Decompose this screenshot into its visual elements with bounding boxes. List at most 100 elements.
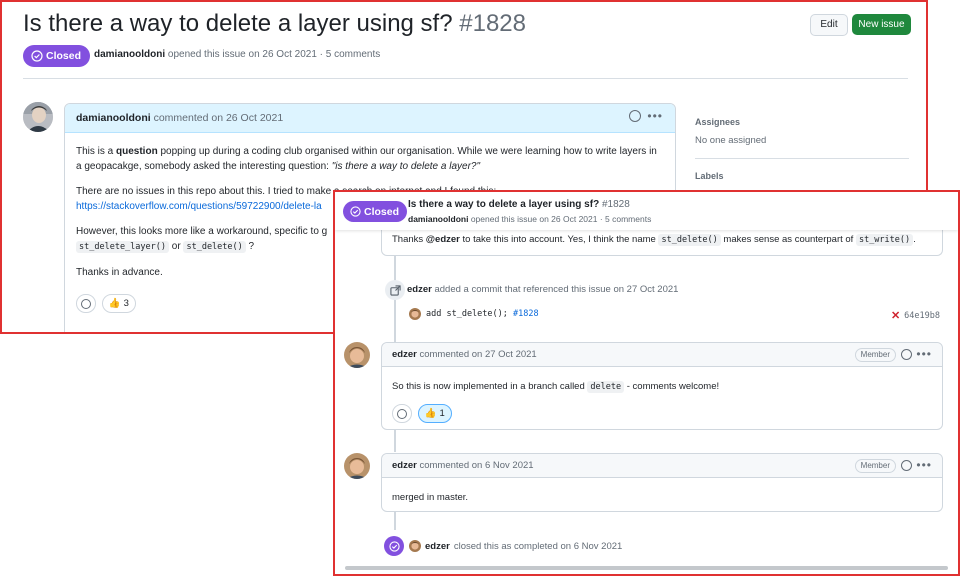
issue-title: Is there a way to delete a layer using s… xyxy=(23,10,526,38)
issue-title-text: Is there a way to delete a layer using s… xyxy=(23,10,453,37)
closed-status-badge-sticky: Closed xyxy=(343,201,408,222)
smiley-icon xyxy=(397,408,407,419)
thumbs-up-count: 1 xyxy=(439,408,445,419)
sticky-issue-meta: damianooldoni opened this issue on 26 Oc… xyxy=(408,214,651,224)
prev-text-1: Thanks xyxy=(392,234,426,245)
more-options-icon[interactable]: ••• xyxy=(647,109,663,123)
sticky-meta-text: opened this issue on 26 Oct 2021 · 5 com… xyxy=(470,214,652,224)
thumbs-up-icon: 👍 xyxy=(424,408,437,419)
commit-sha[interactable]: 64e19b8 xyxy=(904,311,940,321)
add-reaction-icon[interactable] xyxy=(901,459,913,471)
commit-row: add st_delete(); #1828 xyxy=(409,308,539,320)
p3-or: or xyxy=(171,241,181,252)
issue-meta-text: opened this issue on 26 Oct 2021 · 5 com… xyxy=(167,49,381,60)
sticky-title-text: Is there a way to delete a layer using s… xyxy=(408,199,600,210)
code-st-delete: st_delete() xyxy=(658,234,721,246)
commit-status: ✕ 64e19b8 xyxy=(891,309,940,322)
failed-x-icon[interactable]: ✕ xyxy=(891,309,900,322)
thumbs-up-icon: 👍 xyxy=(108,298,121,309)
comment-author-link[interactable]: edzer xyxy=(392,349,417,360)
smiley-icon xyxy=(81,298,91,309)
thumbs-up-reaction[interactable]: 👍 1 xyxy=(417,404,452,423)
code-st-write: st_write() xyxy=(855,234,914,246)
add-reaction-icon[interactable] xyxy=(629,110,642,122)
status-label: Closed xyxy=(364,205,400,218)
avatar[interactable] xyxy=(344,453,370,479)
comment-date[interactable]: commented on 26 Oct 2021 xyxy=(154,112,284,124)
mention-edzer[interactable]: @edzer xyxy=(426,234,460,245)
comment-author: edzer commented on 6 Nov 2021 xyxy=(392,460,534,471)
member-badge: Member xyxy=(854,459,896,473)
new-issue-button[interactable]: New issue xyxy=(852,14,911,35)
commit-issue-ref[interactable]: #1828 xyxy=(513,309,539,319)
labels-heading[interactable]: Labels xyxy=(695,171,909,181)
stackoverflow-link[interactable]: https://stackoverflow.com/questions/5972… xyxy=(76,201,322,212)
comment-header-actions: ••• xyxy=(901,458,932,472)
prev-text-2: to take this into account. Yes, I think … xyxy=(459,234,659,245)
assignees-heading[interactable]: Assignees xyxy=(695,117,909,127)
commit-reference-event: edzer added a commit that referenced thi… xyxy=(407,284,678,295)
member-badge: Member xyxy=(854,348,896,362)
edzer-avatar-icon xyxy=(344,342,370,368)
code-st-delete-layer: st_delete_layer() xyxy=(76,241,169,253)
comment3-text: merged in master. xyxy=(392,492,469,503)
comment-header: edzer commented on 6 Nov 2021 Member ••• xyxy=(382,454,942,478)
issue-author-link[interactable]: damianooldoni xyxy=(94,49,165,60)
issue-page-timeline-panel: Closed Is there a way to delete a layer … xyxy=(333,190,960,576)
comment-box: edzer commented on 6 Nov 2021 Member •••… xyxy=(381,453,943,512)
p1-pre: This is a xyxy=(76,146,117,157)
commit-message-text: add st_delete(); xyxy=(426,309,513,319)
closed-event-user[interactable]: edzer xyxy=(425,541,450,552)
comment-author: damianooldoni commented on 26 Oct 2021 xyxy=(76,112,283,124)
comment-author-link[interactable]: damianooldoni xyxy=(76,112,151,124)
comment-date[interactable]: commented on 27 Oct 2021 xyxy=(419,349,536,360)
p1-bold: question xyxy=(116,146,158,157)
comment-body: merged in master. xyxy=(382,478,942,503)
closer-avatar[interactable] xyxy=(409,540,421,552)
add-reaction-icon[interactable] xyxy=(901,348,913,360)
issue-meta: damianooldoni opened this issue on 26 Oc… xyxy=(94,49,380,60)
p3-question-mark: ? xyxy=(248,241,255,252)
avatar[interactable] xyxy=(23,102,53,132)
p4-text: Thanks in advance. xyxy=(76,267,163,278)
edit-button[interactable]: Edit xyxy=(810,14,848,36)
cross-reference-icon xyxy=(385,280,405,300)
commit-author-avatar[interactable] xyxy=(409,308,421,320)
comment-author-link[interactable]: edzer xyxy=(392,460,417,471)
reactions-bar: 👍 1 xyxy=(392,404,932,423)
sticky-author-link[interactable]: damianooldoni xyxy=(408,214,468,224)
p3-text: However, this looks more like a workarou… xyxy=(76,226,328,237)
issue-number: #1828 xyxy=(459,10,526,37)
comment2-text-post: - comments welcome! xyxy=(624,381,720,392)
add-reaction-button[interactable] xyxy=(76,294,96,313)
closed-event-text: closed this as completed on 6 Nov 2021 xyxy=(453,540,623,552)
comment-header: edzer commented on 27 Oct 2021 Member ••… xyxy=(382,343,942,367)
commit-event-user[interactable]: edzer xyxy=(407,284,432,295)
comment-date[interactable]: commented on 6 Nov 2021 xyxy=(419,460,533,471)
prev-text-4: . xyxy=(913,234,916,245)
avatar[interactable] xyxy=(344,342,370,368)
code-st-delete: st_delete() xyxy=(183,241,246,253)
sticky-issue-title: Is there a way to delete a layer using s… xyxy=(408,199,630,210)
issue-sidebar: Assignees No one assigned Labels xyxy=(695,103,909,189)
closed-event: edzer closed this as completed on 6 Nov … xyxy=(409,540,622,552)
sidebar-divider xyxy=(695,158,909,159)
timeline-line xyxy=(394,256,396,344)
more-options-icon[interactable]: ••• xyxy=(916,458,932,472)
thumbs-up-count: 3 xyxy=(123,298,129,309)
closed-event-icon xyxy=(384,536,404,556)
horizontal-scrollbar[interactable] xyxy=(345,566,948,570)
closed-status-badge: Closed xyxy=(23,45,91,67)
comment-box: edzer commented on 27 Oct 2021 Member ••… xyxy=(381,342,943,430)
comment-author: edzer commented on 27 Oct 2021 xyxy=(392,349,537,360)
comment-header-actions: ••• xyxy=(901,347,932,361)
commit-event-text: added a commit that referenced this issu… xyxy=(434,284,679,295)
comment-header: damianooldoni commented on 26 Oct 2021 •… xyxy=(65,104,675,133)
header-divider xyxy=(23,78,908,79)
comment-body: So this is now implemented in a branch c… xyxy=(382,367,942,423)
more-options-icon[interactable]: ••• xyxy=(916,347,932,361)
code-delete-branch: delete xyxy=(587,381,625,393)
commit-message[interactable]: add st_delete(); #1828 xyxy=(426,309,539,319)
add-reaction-button[interactable] xyxy=(392,404,412,423)
thumbs-up-reaction[interactable]: 👍 3 xyxy=(101,294,136,313)
